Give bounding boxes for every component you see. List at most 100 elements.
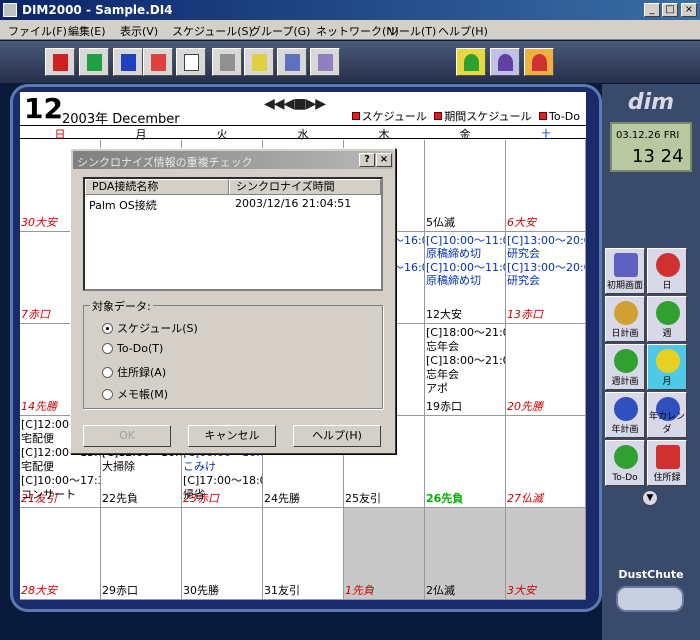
view-week-plan-button[interactable]: 週計画	[605, 344, 645, 390]
day-cell[interactable]: 20先勝	[506, 324, 586, 416]
schedule-entry[interactable]: 大掃除	[102, 458, 135, 474]
menu-tools[interactable]: ツール(T)	[388, 23, 436, 39]
chevron-down-icon[interactable]: ▼	[642, 490, 658, 506]
cancel-button[interactable]: キャンセル	[188, 425, 276, 447]
toolbar-delete-button[interactable]	[143, 48, 173, 76]
weekday-header: 日 月 火 水 木 金 土	[20, 125, 586, 141]
view-day-plan-button[interactable]: 日計画	[605, 296, 645, 342]
legend: スケジュール 期間スケジュール To-Do	[348, 108, 580, 124]
list-icon	[220, 54, 235, 71]
day-cell[interactable]: 29赤口	[101, 508, 182, 600]
view-year-plan-button[interactable]: 年計画	[605, 392, 645, 438]
day-label: 2仏滅	[426, 584, 455, 597]
month-number: 12	[24, 92, 63, 125]
pda-connection-list[interactable]: PDA接続名称 シンクロナイズ時間 Palm OS接続 2003/12/16 2…	[83, 177, 383, 291]
toolbar-user-button[interactable]	[456, 48, 486, 76]
view-month-button[interactable]: 月	[647, 344, 687, 390]
day-cell[interactable]: 31友引	[263, 508, 344, 600]
help-button[interactable]: ヘルプ(H)	[293, 425, 381, 447]
toolbar-edit-button[interactable]	[310, 48, 340, 76]
day-cell[interactable]: 2仏滅	[425, 508, 506, 600]
toolbar-find-button[interactable]	[176, 48, 206, 76]
toolbar-save-button[interactable]	[113, 48, 143, 76]
day-label: 24先勝	[264, 492, 300, 505]
day-label: 30先勝	[183, 584, 219, 597]
radio-schedule[interactable]: スケジュール(S)	[102, 320, 198, 336]
ok-button[interactable]: OK	[83, 425, 171, 447]
view-day-button[interactable]: 日	[647, 248, 687, 294]
day-cell[interactable]: 19赤口 [C]18:00～21:0 忘年会 [C]18:00～21:0 忘年会 アポ	[425, 324, 506, 416]
dialog-titlebar[interactable]: シンクロナイズ情報の重複チェック ? ×	[73, 151, 393, 169]
legend-period-swatch	[434, 112, 443, 120]
close-button[interactable]: ×	[681, 3, 697, 17]
menu-network[interactable]: ネットワーク(N)	[316, 23, 399, 39]
minimize-button[interactable]: _	[644, 3, 660, 17]
day-cell[interactable]: 5仏滅	[425, 140, 506, 232]
menu-edit[interactable]: 編集(E)	[68, 23, 106, 39]
month-nav-buttons[interactable]: ◀◀◀■▶▶	[264, 96, 326, 112]
dialog-close-button[interactable]: ×	[376, 153, 392, 167]
maximize-button[interactable]: □	[662, 3, 678, 17]
radio-address[interactable]: 住所録(A)	[102, 364, 166, 380]
day-cell[interactable]: 12大安 [C]10:00～11:0 原稿締め切 [C]10:00～11:0 原稿締め切	[425, 232, 506, 324]
view-week-button[interactable]: 週	[647, 296, 687, 342]
day-cell[interactable]: 13赤口 [C]13:00～20:0 研究会 [C]13:00～20:0 研究会	[506, 232, 586, 324]
radio-todo[interactable]: To-Do(T)	[102, 342, 163, 355]
clock-time: 13 24	[632, 146, 684, 167]
day-cell[interactable]: 1先負	[344, 508, 425, 600]
schedule-entry[interactable]: 研究会	[507, 272, 540, 288]
week-plan-icon	[614, 349, 638, 373]
toolbar-list-button[interactable]	[212, 48, 242, 76]
day-label: 3大安	[507, 584, 536, 597]
sync-duplicate-dialog: シンクロナイズ情報の重複チェック ? × PDA接続名称 シンクロナイズ時間 P…	[70, 148, 396, 454]
row-pda-name[interactable]: Palm OS接続	[89, 197, 157, 213]
row-sync-time[interactable]: 2003/12/16 21:04:51	[235, 197, 351, 210]
toolbar-pen-button[interactable]	[277, 48, 307, 76]
legend-todo-swatch	[539, 112, 548, 120]
view-initial-button[interactable]: 初期画面	[605, 248, 645, 294]
group-icon	[532, 54, 547, 71]
day-label: 14先勝	[21, 400, 57, 413]
schedule-entry[interactable]: 帰省	[183, 486, 205, 502]
schedule-entry[interactable]: 原稿締め切	[426, 272, 481, 288]
menu-group[interactable]: グループ(G)	[250, 23, 310, 39]
home-icon	[614, 253, 638, 277]
view-address-button[interactable]: 住所録	[647, 440, 687, 486]
window-titlebar[interactable]: DIM2000 - Sample.DI4 _ □ ×	[0, 0, 700, 20]
day-cell[interactable]: 6大安	[506, 140, 586, 232]
address-book-icon	[656, 445, 680, 469]
legend-period: 期間スケジュール	[444, 110, 532, 123]
year-plan-icon	[614, 397, 638, 421]
toolbar-open-button[interactable]	[79, 48, 109, 76]
view-year-calendar-button[interactable]: 年カレンダ	[647, 392, 687, 438]
column-sync-time[interactable]: シンクロナイズ時間	[229, 179, 381, 195]
dust-chute[interactable]	[616, 586, 684, 612]
schedule-entry[interactable]: コンサート	[21, 486, 76, 502]
schedule-entry[interactable]: アポ	[426, 380, 448, 396]
toolbar-group-button[interactable]	[524, 48, 554, 76]
day-icon	[656, 253, 680, 277]
day-cell[interactable]: 26先負	[425, 416, 506, 508]
day-cell[interactable]: 3大安	[506, 508, 586, 600]
day-cell[interactable]: 30先勝	[182, 508, 263, 600]
target-data-group: 対象データ: スケジュール(S) To-Do(T) 住所録(A) メモ帳(M)	[83, 298, 383, 409]
day-label: 1先負	[345, 584, 374, 597]
day-cell[interactable]: 28大安	[20, 508, 101, 600]
toolbar-new-button[interactable]	[45, 48, 75, 76]
menu-help[interactable]: ヘルプ(H)	[438, 23, 488, 39]
target-data-label: 対象データ:	[90, 298, 153, 314]
toolbar-user2-button[interactable]	[490, 48, 520, 76]
column-pda-name[interactable]: PDA接続名称	[85, 179, 229, 195]
day-label: 31友引	[264, 584, 300, 597]
day-cell[interactable]: 27仏滅	[506, 416, 586, 508]
dialog-help-button[interactable]: ?	[359, 153, 375, 167]
toolbar-note-button[interactable]	[244, 48, 274, 76]
day-label: 29赤口	[102, 584, 138, 597]
radio-memo[interactable]: メモ帳(M)	[102, 386, 168, 402]
app-icon[interactable]	[3, 3, 17, 17]
view-todo-button[interactable]: To-Do	[605, 440, 645, 486]
menu-file[interactable]: ファイル(F)	[8, 23, 67, 39]
menu-view[interactable]: 表示(V)	[120, 23, 158, 39]
day-label: 5仏滅	[426, 216, 455, 229]
menu-schedule[interactable]: スケジュール(S)	[172, 23, 253, 39]
